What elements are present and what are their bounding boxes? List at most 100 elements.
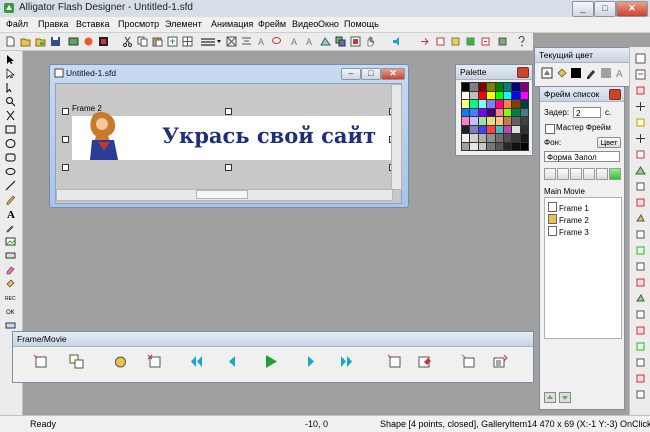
right-tool-13-icon[interactable] xyxy=(635,245,646,256)
color-swatch[interactable] xyxy=(462,142,470,150)
scissors-icon[interactable] xyxy=(5,110,16,121)
selection-handle[interactable] xyxy=(62,108,69,115)
color-swatch[interactable] xyxy=(462,91,470,99)
selection-handle[interactable] xyxy=(62,164,69,171)
banner-element[interactable]: Укрась свой сайт xyxy=(72,112,391,160)
color-button[interactable]: Цвет xyxy=(597,137,621,148)
maximize-button[interactable]: □ xyxy=(594,1,616,17)
preview-icon[interactable] xyxy=(83,36,94,47)
pen-icon[interactable] xyxy=(585,67,597,79)
frame-properties-icon[interactable] xyxy=(493,354,508,369)
save-icon[interactable] xyxy=(50,36,61,47)
text-tool-icon[interactable]: A xyxy=(5,208,16,219)
color-swatch[interactable] xyxy=(495,142,503,150)
right-tool-3-icon[interactable] xyxy=(635,85,646,96)
right-tool-20-icon[interactable] xyxy=(635,357,646,368)
frame-delay-icon[interactable] xyxy=(387,354,402,369)
minimize-button[interactable]: _ xyxy=(572,1,594,17)
color-swatch[interactable] xyxy=(487,100,495,108)
color-swatch[interactable] xyxy=(512,83,520,91)
color-swatch[interactable] xyxy=(503,83,512,91)
menu-edit[interactable]: Правка xyxy=(38,19,68,29)
color-swatch[interactable] xyxy=(478,125,487,133)
first-frame-icon[interactable] xyxy=(544,168,556,180)
right-tool-8-icon[interactable] xyxy=(635,165,646,176)
menu-frame[interactable]: Фрейм xyxy=(258,19,286,29)
selection-handle[interactable] xyxy=(225,164,232,171)
color-swatch[interactable] xyxy=(512,117,520,125)
doc-minimize-button[interactable]: – xyxy=(341,68,361,80)
right-tool-21-icon[interactable] xyxy=(635,373,646,384)
shape-a-icon[interactable] xyxy=(320,36,331,47)
vertical-scrollbar[interactable] xyxy=(391,84,402,190)
right-tool-22-icon[interactable] xyxy=(635,389,646,400)
color-swatch[interactable] xyxy=(487,108,495,116)
color-swatch[interactable] xyxy=(470,83,478,91)
menu-animation[interactable]: Анимация xyxy=(211,19,253,29)
selection-handle[interactable] xyxy=(62,136,69,143)
color-swatch[interactable] xyxy=(495,83,503,91)
open-image-icon[interactable] xyxy=(35,36,46,47)
paint-bucket-icon[interactable] xyxy=(556,67,568,79)
right-tool-5-icon[interactable] xyxy=(635,117,646,128)
menu-view[interactable]: Просмотр xyxy=(118,19,159,29)
color-swatch[interactable] xyxy=(520,100,528,108)
color-swatch[interactable] xyxy=(503,117,512,125)
stage-canvas[interactable]: Frame 2 Укрась свой сайт xyxy=(55,83,402,204)
paste-frame-icon[interactable] xyxy=(583,168,595,180)
color-swatch[interactable] xyxy=(520,125,528,133)
frame-background-icon[interactable] xyxy=(417,354,432,369)
lasso-icon[interactable] xyxy=(271,36,282,47)
text-effect-icon[interactable]: A xyxy=(256,36,267,47)
right-tool-19-icon[interactable] xyxy=(635,341,646,352)
right-tool-14-icon[interactable] xyxy=(635,261,646,272)
text-color-icon[interactable]: A xyxy=(614,67,626,79)
horizontal-scroll-thumb[interactable] xyxy=(196,190,248,199)
duplicate-frame-icon[interactable] xyxy=(69,354,84,369)
color-swatch[interactable] xyxy=(503,142,512,150)
color-swatch[interactable] xyxy=(478,83,487,91)
color-swatch[interactable] xyxy=(495,100,503,108)
line-width-dropdown-icon[interactable] xyxy=(200,36,222,47)
bring-front-icon[interactable] xyxy=(350,36,361,47)
cut-icon[interactable] xyxy=(122,36,133,47)
right-tool-12-icon[interactable] xyxy=(635,229,646,240)
hand-icon[interactable] xyxy=(365,36,376,47)
oval-icon[interactable] xyxy=(5,166,16,177)
rounded-rect-icon[interactable] xyxy=(5,152,16,163)
frame-item[interactable]: Frame 2 xyxy=(548,214,589,225)
new-frame-icon[interactable] xyxy=(33,354,48,369)
align-icon[interactable] xyxy=(241,36,252,47)
frame-b-icon[interactable] xyxy=(450,36,461,47)
new-file-icon[interactable] xyxy=(5,36,16,47)
play-frame-icon[interactable] xyxy=(609,168,621,180)
color-swatch[interactable] xyxy=(512,91,520,99)
right-tool-7-icon[interactable] xyxy=(635,149,646,160)
color-swatch[interactable] xyxy=(520,91,528,99)
color-swatch[interactable] xyxy=(503,125,512,133)
frame-a-icon[interactable] xyxy=(435,36,446,47)
color-swatch[interactable] xyxy=(478,91,487,99)
color-swatch[interactable] xyxy=(503,108,512,116)
frame-e-icon[interactable] xyxy=(497,36,508,47)
color-swatch[interactable] xyxy=(487,134,495,142)
reshape-icon[interactable] xyxy=(5,82,16,93)
color-swatch[interactable] xyxy=(487,91,495,99)
fill-bucket-icon[interactable] xyxy=(5,278,16,289)
subselect-arrow-icon[interactable] xyxy=(5,68,16,79)
frame-c-icon[interactable] xyxy=(465,36,476,47)
color-swatch[interactable] xyxy=(503,91,512,99)
delay-input[interactable]: 2 xyxy=(573,107,601,118)
move-up-icon[interactable] xyxy=(544,392,556,403)
color-swatch[interactable] xyxy=(512,108,520,116)
export-icon[interactable] xyxy=(98,36,109,47)
color-swatch[interactable] xyxy=(470,134,478,142)
color-swatch[interactable] xyxy=(470,100,478,108)
color-swatch[interactable] xyxy=(462,100,470,108)
text-style-b-icon[interactable]: A xyxy=(305,36,316,47)
color-swatch[interactable] xyxy=(512,100,520,108)
move-down-icon[interactable] xyxy=(559,392,571,403)
color-swatch[interactable] xyxy=(462,134,470,142)
color-swatch[interactable] xyxy=(470,91,478,99)
menu-element[interactable]: Элемент xyxy=(165,19,202,29)
